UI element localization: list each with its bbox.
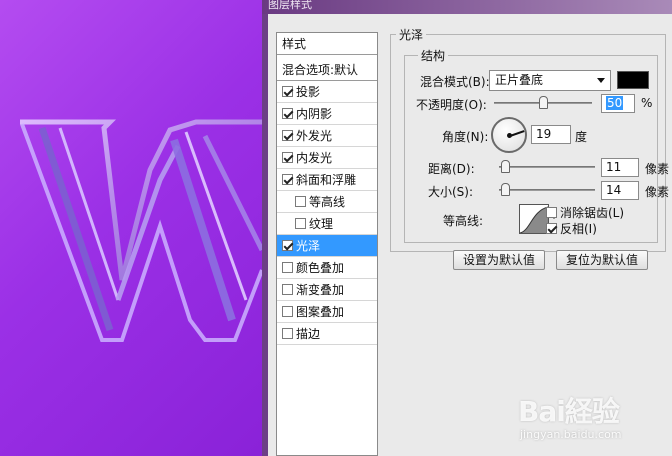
chevron-down-icon <box>597 78 605 83</box>
size-unit: 像素 <box>645 185 670 199</box>
style-item-color-overlay[interactable]: 颜色叠加 <box>277 257 377 279</box>
antialias-option[interactable]: 消除锯齿(L) <box>546 204 624 221</box>
styles-list: 样式 混合选项:默认 投影 内阴影 外发光 内发光 斜面和浮雕 等高线 纹理 光… <box>276 32 378 456</box>
distance-input[interactable]: 11 <box>601 158 639 177</box>
dialog-left-border <box>262 14 268 456</box>
checkbox[interactable] <box>282 152 293 163</box>
distance-unit: 像素 <box>645 162 670 176</box>
style-item-gradient-overlay[interactable]: 渐变叠加 <box>277 279 377 301</box>
set-default-button[interactable]: 设置为默认值 <box>453 250 545 270</box>
invert-option[interactable]: 反相(I) <box>546 220 597 237</box>
antialias-label: 消除锯齿(L) <box>560 206 625 220</box>
antialias-checkbox[interactable] <box>546 207 557 218</box>
checkbox[interactable] <box>282 262 293 273</box>
style-item-label: 光泽 <box>296 239 321 253</box>
angle-input[interactable]: 19 <box>531 125 571 144</box>
contour-preview[interactable] <box>519 204 549 234</box>
style-item-label: 内发光 <box>296 151 333 165</box>
checkbox[interactable] <box>282 86 293 97</box>
checkbox[interactable] <box>295 196 306 207</box>
style-item-inner-glow[interactable]: 内发光 <box>277 147 377 169</box>
size-label: 大小(S): <box>428 185 474 199</box>
style-item-label: 内阴影 <box>296 107 333 121</box>
blend-mode-select[interactable]: 正片叠底 <box>489 70 611 91</box>
watermark-logo: Bai経验 <box>518 395 620 428</box>
satin-section-title: 光泽 <box>396 26 427 43</box>
baidu-watermark: Bai経验 jingyan.baidu.com <box>510 382 670 452</box>
contour-label: 等高线: <box>443 214 484 228</box>
angle-label: 角度(N): <box>442 130 489 144</box>
angle-dial[interactable] <box>491 117 527 153</box>
distance-slider-thumb[interactable] <box>501 160 510 173</box>
dialog-title: 图层样式 <box>268 0 312 11</box>
checkbox[interactable] <box>282 130 293 141</box>
size-slider-thumb[interactable] <box>501 183 510 196</box>
opacity-value: 50 <box>606 96 624 110</box>
blend-mode-label: 混合模式(B): <box>420 75 490 89</box>
canvas-area <box>0 0 262 456</box>
style-item-label: 等高线 <box>309 195 346 209</box>
size-slider-track[interactable] <box>499 189 595 191</box>
style-item-label: 斜面和浮雕 <box>296 173 357 187</box>
blend-mode-value: 正片叠底 <box>495 73 544 87</box>
invert-checkbox[interactable] <box>546 223 557 234</box>
style-item-texture[interactable]: 纹理 <box>277 213 377 235</box>
style-item-contour[interactable]: 等高线 <box>277 191 377 213</box>
checkbox[interactable] <box>282 306 293 317</box>
style-item-outer-glow[interactable]: 外发光 <box>277 125 377 147</box>
style-item-label: 渐变叠加 <box>296 283 345 297</box>
style-item-label: 颜色叠加 <box>296 261 345 275</box>
opacity-label: 不透明度(O): <box>416 98 487 112</box>
style-item-pattern-overlay[interactable]: 图案叠加 <box>277 301 377 323</box>
checkbox[interactable] <box>282 328 293 339</box>
opacity-slider-thumb[interactable] <box>539 96 548 109</box>
watermark-url: jingyan.baidu.com <box>520 428 622 441</box>
dialog-titlebar[interactable]: 图层样式 <box>262 0 672 14</box>
angle-center-dot <box>507 133 512 138</box>
angle-unit: 度 <box>575 130 588 144</box>
checkbox[interactable] <box>282 240 293 251</box>
satin-color-swatch[interactable] <box>617 71 649 89</box>
blend-options-default[interactable]: 混合选项:默认 <box>277 59 377 81</box>
distance-slider-track[interactable] <box>499 166 595 168</box>
contour-curve-icon <box>519 206 549 234</box>
checkbox[interactable] <box>295 218 306 229</box>
style-item-label: 外发光 <box>296 129 333 143</box>
structure-group-title: 结构 <box>418 47 449 64</box>
distance-label: 距离(D): <box>428 162 475 176</box>
style-item-label: 纹理 <box>309 217 334 231</box>
opacity-unit: % <box>641 96 653 110</box>
opacity-input[interactable]: 50 <box>601 94 635 113</box>
style-item-inner-shadow[interactable]: 内阴影 <box>277 103 377 125</box>
style-item-label: 图案叠加 <box>296 305 345 319</box>
styles-header[interactable]: 样式 <box>277 33 377 55</box>
checkbox[interactable] <box>282 174 293 185</box>
size-input[interactable]: 14 <box>601 181 639 200</box>
style-item-bevel-emboss[interactable]: 斜面和浮雕 <box>277 169 377 191</box>
reset-default-button[interactable]: 复位为默认值 <box>556 250 648 270</box>
style-item-label: 描边 <box>296 327 321 341</box>
style-item-drop-shadow[interactable]: 投影 <box>277 81 377 103</box>
style-item-satin[interactable]: 光泽 <box>277 235 377 257</box>
letter-w-artwork <box>20 119 262 342</box>
invert-label: 反相(I) <box>560 222 597 236</box>
checkbox[interactable] <box>282 108 293 119</box>
style-item-label: 投影 <box>296 85 321 99</box>
style-item-stroke[interactable]: 描边 <box>277 323 377 345</box>
checkbox[interactable] <box>282 284 293 295</box>
